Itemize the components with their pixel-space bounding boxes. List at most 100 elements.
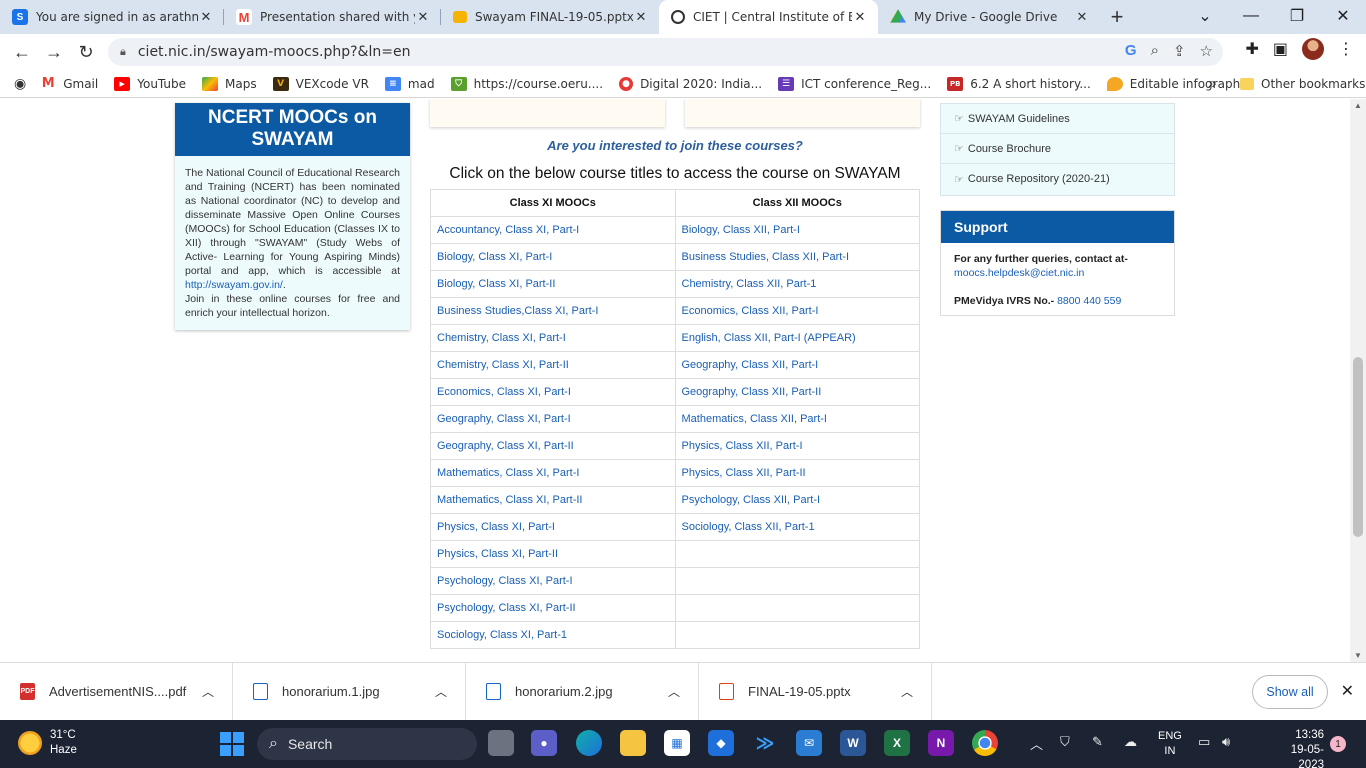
microsoft-store-icon[interactable]: ▦ bbox=[664, 730, 690, 756]
tab-swayam[interactable]: S You are signed in as arathnab ✕ bbox=[0, 0, 224, 34]
volume-icon[interactable]: 🔊︎ bbox=[1222, 734, 1230, 750]
bookmark-maps[interactable]: Maps bbox=[202, 76, 257, 91]
zoom-search-icon[interactable]: ⌕ bbox=[1151, 42, 1159, 60]
bookmark-oeru[interactable]: ⛉ https://course.oeru.... bbox=[450, 76, 603, 91]
cloud-icon[interactable]: ☁ bbox=[1124, 734, 1137, 750]
notification-badge[interactable]: 1 bbox=[1330, 736, 1346, 752]
course-link[interactable]: Sociology, Class XII, Part-1 bbox=[674, 513, 920, 541]
more-bookmarks-icon[interactable]: » bbox=[1208, 75, 1216, 92]
course-link[interactable]: Chemistry, Class XII, Part-1 bbox=[674, 270, 920, 298]
forward-button[interactable]: → bbox=[38, 36, 70, 68]
chrome-apps-icon[interactable]: ◉ bbox=[14, 75, 26, 92]
tab-drive[interactable]: My Drive - Google Drive ✕ bbox=[878, 0, 1100, 34]
share-icon[interactable]: ⇪ bbox=[1173, 42, 1186, 60]
bookmark-digital2020[interactable]: ● Digital 2020: India... bbox=[619, 76, 762, 91]
download-item-jpg1[interactable]: honorarium.1.jpg ︿ bbox=[233, 662, 466, 721]
course-repository-link[interactable]: ☞ Course Repository (2020-21) bbox=[941, 164, 1174, 194]
google-icon[interactable]: G bbox=[1125, 42, 1137, 60]
display-icon[interactable]: ▭ bbox=[1198, 734, 1210, 750]
course-link[interactable]: Business Studies, Class XII, Part-I bbox=[674, 243, 920, 271]
course-link[interactable]: Physics, Class XII, Part-I bbox=[674, 432, 920, 460]
menu-icon[interactable]: ⋮ bbox=[1338, 39, 1354, 59]
bookmark-gmail[interactable]: M Gmail bbox=[40, 76, 98, 91]
tab-gmail[interactable]: M Presentation shared with you ✕ bbox=[224, 0, 441, 34]
close-icon[interactable]: ✕ bbox=[1074, 9, 1090, 25]
windows-start-icon[interactable] bbox=[220, 732, 244, 756]
course-link[interactable]: Geography, Class XI, Part-I bbox=[430, 405, 676, 433]
course-link[interactable]: Sociology, Class XI, Part-1 bbox=[430, 621, 676, 649]
course-link[interactable]: Economics, Class XI, Part-I bbox=[430, 378, 676, 406]
mail-icon[interactable]: ✉ bbox=[796, 730, 822, 756]
antivirus-icon[interactable]: ⛉ bbox=[1060, 734, 1070, 750]
bookmark-youtube[interactable]: ▶ YouTube bbox=[114, 76, 186, 91]
scrollbar-thumb[interactable] bbox=[1353, 357, 1363, 537]
reload-button[interactable]: ↻ bbox=[70, 36, 102, 68]
download-item-pdf[interactable]: PDF AdvertisementNIS....pdf ︿ bbox=[0, 662, 233, 721]
word-icon[interactable]: W bbox=[840, 730, 866, 756]
page-scrollbar[interactable]: ▲ ▼ bbox=[1350, 99, 1366, 662]
bookmark-star-icon[interactable]: ☆ bbox=[1200, 42, 1213, 60]
dropbox-icon[interactable]: ◆ bbox=[708, 730, 734, 756]
bookmark-ict-conference[interactable]: ☰ ICT conference_Reg... bbox=[778, 76, 931, 91]
course-link[interactable]: Biology, Class XII, Part-I bbox=[674, 216, 920, 244]
pen-menu-icon[interactable]: ✎ bbox=[1092, 734, 1103, 750]
close-icon[interactable]: ✕ bbox=[852, 9, 868, 25]
course-link[interactable]: Biology, Class XI, Part-II bbox=[430, 270, 676, 298]
bookmark-mad[interactable]: ≡ mad bbox=[384, 76, 435, 91]
course-link[interactable]: Geography, Class XII, Part-II bbox=[674, 378, 920, 406]
chevron-up-icon[interactable]: ︿ bbox=[901, 683, 913, 700]
course-link[interactable]: Geography, Class XI, Part-II bbox=[430, 432, 676, 460]
close-window-button[interactable]: ✕ bbox=[1320, 0, 1366, 32]
course-link[interactable]: Economics, Class XII, Part-I bbox=[674, 297, 920, 325]
helpdesk-email-link[interactable]: moocs.helpdesk@ciet.nic.in bbox=[954, 267, 1084, 279]
course-link[interactable]: Mathematics, Class XII, Part-I bbox=[674, 405, 920, 433]
address-bar[interactable]: 🔒︎ ciet.nic.in/swayam-moocs.php?&ln=en G… bbox=[108, 38, 1223, 66]
course-link[interactable]: Psychology, Class XI, Part-II bbox=[430, 594, 676, 622]
chevron-up-icon[interactable]: ︿ bbox=[1030, 734, 1043, 753]
language-indicator[interactable]: ENG IN bbox=[1158, 729, 1182, 759]
course-link[interactable]: Mathematics, Class XI, Part-I bbox=[430, 459, 676, 487]
course-link[interactable]: Psychology, Class XII, Part-I bbox=[674, 486, 920, 514]
taskbar-search[interactable]: ⌕ Search bbox=[257, 728, 477, 760]
teams-chat-icon[interactable]: ● bbox=[531, 730, 557, 756]
chrome-icon[interactable] bbox=[972, 730, 998, 756]
file-explorer-icon[interactable] bbox=[620, 730, 646, 756]
course-link[interactable]: Biology, Class XI, Part-I bbox=[430, 243, 676, 271]
system-clock[interactable]: 13:36 19-05-2023 bbox=[1280, 728, 1324, 768]
power-automate-icon[interactable]: ≫ bbox=[752, 730, 778, 756]
minimize-button[interactable]: — bbox=[1228, 0, 1274, 32]
course-link[interactable]: English, Class XII, Part-I (APPEAR) bbox=[674, 324, 920, 352]
course-link[interactable]: Physics, Class XI, Part-II bbox=[430, 540, 676, 568]
close-icon[interactable]: ✕ bbox=[633, 9, 649, 25]
extensions-icon[interactable]: ✚ bbox=[1245, 39, 1258, 59]
back-button[interactable]: ← bbox=[6, 36, 38, 68]
weather-widget[interactable]: 31°C Haze bbox=[18, 728, 77, 758]
lock-icon[interactable]: 🔒︎ bbox=[120, 46, 126, 59]
tab-ciet[interactable]: CIET | Central Institute of Edu ✕ bbox=[659, 0, 878, 34]
profile-avatar[interactable] bbox=[1302, 38, 1324, 60]
side-panel-icon[interactable]: ▣ bbox=[1273, 39, 1288, 59]
close-icon[interactable]: ✕ bbox=[415, 9, 431, 25]
chevron-up-icon[interactable]: ︿ bbox=[435, 683, 447, 700]
course-link[interactable]: Accountancy, Class XI, Part-I bbox=[430, 216, 676, 244]
chevron-up-icon[interactable]: ︿ bbox=[202, 683, 214, 700]
close-icon[interactable]: ✕ bbox=[198, 9, 214, 25]
course-link[interactable]: Geography, Class XII, Part-I bbox=[674, 351, 920, 379]
task-view-icon[interactable] bbox=[488, 730, 514, 756]
swayam-guidelines-link[interactable]: ☞ SWAYAM Guidelines bbox=[941, 104, 1174, 134]
bookmark-infographic[interactable]: Editable infographi... bbox=[1106, 76, 1255, 91]
chevron-up-icon[interactable]: ︿ bbox=[668, 683, 680, 700]
tab-search-icon[interactable]: ⌄ bbox=[1182, 0, 1228, 32]
swayam-link[interactable]: http://swayam.gov.in/ bbox=[185, 279, 283, 291]
url-text[interactable]: ciet.nic.in/swayam-moocs.php?&ln=en bbox=[138, 44, 411, 60]
course-link[interactable]: Chemistry, Class XI, Part-II bbox=[430, 351, 676, 379]
tab-slides[interactable]: Swayam FINAL-19-05.pptx - Go ✕ bbox=[441, 0, 659, 34]
course-brochure-link[interactable]: ☞ Course Brochure bbox=[941, 134, 1174, 164]
close-downloads-icon[interactable]: ✕ bbox=[1341, 681, 1354, 701]
bookmark-vexcode[interactable]: V VEXcode VR bbox=[272, 76, 369, 91]
scroll-up-icon[interactable]: ▲ bbox=[1354, 101, 1362, 110]
ivrs-number-link[interactable]: 8800 440 559 bbox=[1057, 295, 1121, 307]
show-all-button[interactable]: Show all bbox=[1252, 675, 1328, 709]
edge-icon[interactable] bbox=[576, 730, 602, 756]
download-item-jpg2[interactable]: honorarium.2.jpg ︿ bbox=[466, 662, 699, 721]
